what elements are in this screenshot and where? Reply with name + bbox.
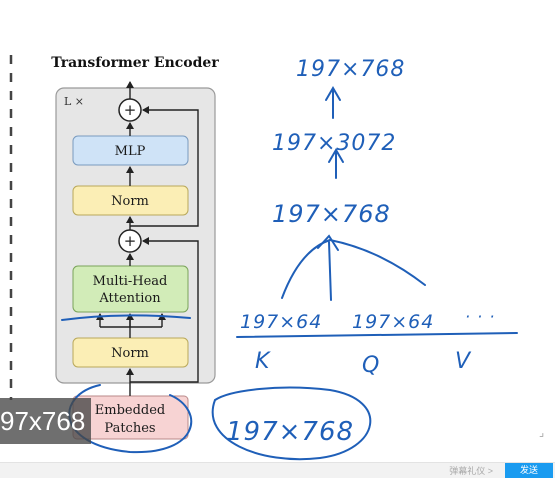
- bottom-bar: 弹幕礼仪 > 发送: [0, 462, 555, 478]
- repeat-label: L ×: [64, 95, 84, 108]
- annotation-k-shape: 197×64: [240, 311, 322, 333]
- annotation-q-shape: 197×64: [352, 311, 434, 333]
- annotation-mlp-shape: 197×3072: [272, 131, 396, 156]
- add-node-top-symbol: +: [124, 101, 137, 119]
- annotation-input-shape: 197×768: [226, 417, 354, 447]
- annotation-top-shape: 197×768: [296, 57, 405, 82]
- resize-icon[interactable]: ⌟: [539, 427, 549, 438]
- annotation-attention-shape: 197×768: [272, 200, 391, 228]
- annotation-v-label: V: [455, 349, 472, 374]
- attention-label-line2: Attention: [98, 291, 161, 306]
- annotation-ellipsis: · · ·: [465, 307, 495, 326]
- overlay-label: 97x768: [0, 398, 92, 444]
- danmaku-etiquette-link[interactable]: 弹幕礼仪 >: [449, 464, 493, 477]
- add-node-middle-symbol: +: [124, 232, 137, 250]
- norm-bottom-label: Norm: [111, 346, 149, 361]
- norm-top-label: Norm: [111, 194, 149, 209]
- annotation-q-label: Q: [362, 353, 380, 378]
- embedded-label-line2: Patches: [104, 421, 155, 436]
- attention-label-line1: Multi-Head: [93, 274, 168, 289]
- send-button[interactable]: 发送: [505, 463, 553, 478]
- diagram-title: Transformer Encoder: [51, 55, 219, 71]
- annotation-k-label: K: [255, 349, 271, 374]
- embedded-label-line1: Embedded: [95, 403, 166, 418]
- mlp-label: MLP: [115, 144, 146, 159]
